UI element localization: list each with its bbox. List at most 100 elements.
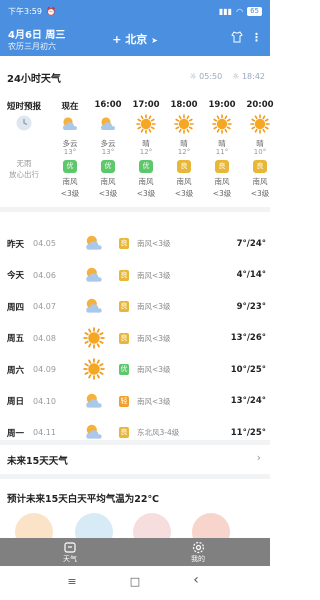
sun-icon xyxy=(168,114,200,136)
avg-temp-summary: 预计未来15天白天平均气温为22℃ xyxy=(7,494,159,505)
alarm-icon: ⏰ xyxy=(45,6,56,16)
hour-wind: 南风 xyxy=(176,177,192,186)
hour-condition: 晴 xyxy=(218,139,226,148)
section-24h-title: 24小时天气 xyxy=(7,74,61,85)
day-name: 周六 xyxy=(7,365,25,376)
add-city-icon[interactable]: + xyxy=(112,33,121,46)
day-name: 周日 xyxy=(7,397,25,407)
day-temp-range: 4°/14° xyxy=(236,270,266,280)
status-bar: 下午3:59 ⏰ ▮▮▮ ◠ 65 xyxy=(0,0,270,22)
partly-cloudy-icon xyxy=(83,264,105,286)
hourly-item: 19:00 晴 11° 良南风 <3级 xyxy=(206,100,238,199)
day-name: 周五 xyxy=(7,334,25,344)
hour-time: 20:00 xyxy=(246,100,274,110)
hour-temp: 11° xyxy=(215,148,229,156)
system-nav-bar: ≡ □ ‹ xyxy=(0,566,270,600)
day-name: 周一 xyxy=(7,428,25,439)
short-forecast: 短时预报 无雨 放心出行 xyxy=(3,100,45,180)
hour-condition: 晴 xyxy=(142,139,150,148)
hourly-item: 17:00 晴 12° 优南风 <3级 xyxy=(130,100,162,199)
daily-row[interactable]: 昨天 04.05 良南风<3级 7°/24° xyxy=(0,228,270,259)
short-forecast-label: 短时预报 xyxy=(6,102,41,112)
forecast-15-link[interactable]: 未来15天天气 xyxy=(7,453,68,467)
hour-wind-level: <3级 xyxy=(174,189,194,198)
aqi-badge: 优 xyxy=(139,160,153,173)
bubble-red[interactable] xyxy=(192,513,230,538)
hour-temp: 12° xyxy=(139,148,153,156)
tab-bar: 天气 我的 xyxy=(0,538,270,566)
aqi-badge: 良 xyxy=(119,301,129,312)
day-wind: 南风<3级 xyxy=(137,333,171,343)
sunset: ☼ 18:42 xyxy=(232,72,265,81)
day-wind: 南风<3级 xyxy=(137,396,171,406)
day-temp-range: 9°/23° xyxy=(236,301,266,312)
daily-row[interactable]: 周日 04.10 轻南风<3级 13°/24° xyxy=(0,386,270,417)
sun-icon xyxy=(83,326,105,349)
hour-wind-level: <3级 xyxy=(250,189,270,198)
day-wind: 南风<3级 xyxy=(137,302,171,311)
sunrise: ☼ 05:50 xyxy=(189,72,223,81)
hour-wind-level: <3级 xyxy=(136,189,156,198)
hour-condition: 多云 xyxy=(100,139,116,148)
aqi-badge: 良 xyxy=(119,269,129,281)
sun-icon xyxy=(130,114,162,136)
aqi-badge: 良 xyxy=(177,160,191,173)
wifi-icon: ◠ xyxy=(236,6,244,16)
day-date: 04.07 xyxy=(33,302,56,311)
day-temp-range: 10°/25° xyxy=(230,364,266,375)
tab-weather[interactable]: 天气 xyxy=(50,540,90,564)
aqi-badge: 良 xyxy=(253,160,267,173)
clothing-icon[interactable] xyxy=(231,31,243,46)
sunrise-icon: ☼ xyxy=(189,72,200,81)
partly-cloudy-icon xyxy=(83,232,105,254)
hourly-item: 20:00 晴 10° 良南风 <3级 xyxy=(244,100,276,199)
aqi-badge: 良 xyxy=(215,160,229,173)
signal-icon: ▮▮▮ xyxy=(218,6,233,16)
city-selector[interactable]: + 北京 ➤ xyxy=(0,31,270,47)
more-icon[interactable]: ⋮ xyxy=(251,31,262,46)
tab-mine[interactable]: 我的 xyxy=(178,540,218,564)
hour-time: 17:00 xyxy=(132,100,160,110)
day-date: 04.06 xyxy=(33,270,56,280)
hour-wind: 南风 xyxy=(138,177,154,186)
clock-icon xyxy=(3,114,45,136)
aqi-badge: 良 xyxy=(119,427,129,438)
gear-icon xyxy=(178,540,218,554)
home-icon[interactable]: □ xyxy=(125,575,145,588)
day-date: 04.10 xyxy=(33,396,56,406)
day-date: 04.11 xyxy=(33,428,56,437)
aqi-badge: 轻 xyxy=(119,395,129,407)
menu-icon[interactable]: ≡ xyxy=(62,575,82,588)
bubble-pink[interactable] xyxy=(133,513,171,538)
hour-temp: 10° xyxy=(253,148,267,156)
hour-temp: 13° xyxy=(63,148,77,156)
daily-row[interactable]: 周四 04.07 良南风<3级 9°/23° xyxy=(0,291,270,322)
hourly-forecast[interactable]: 短时预报 无雨 放心出行 现在 多云 13° 优南风 <3级 16:00 多云 13° 优南风 <… xyxy=(0,100,274,200)
day-name: 周四 xyxy=(7,302,25,313)
bubble-orange[interactable] xyxy=(15,513,53,538)
day-name: 昨天 xyxy=(7,239,25,250)
aqi-badge: 良 xyxy=(119,238,129,249)
bubble-blue[interactable] xyxy=(75,513,113,538)
hour-wind-level: <3级 xyxy=(60,189,80,198)
hourly-item: 16:00 多云 13° 优南风 <3级 xyxy=(92,100,124,199)
header: 4月6日 周三 农历三月初六 + 北京 ➤ ⋮ xyxy=(0,22,270,56)
aqi-badge: 良 xyxy=(119,332,129,344)
activity-bubbles xyxy=(0,513,270,538)
day-temp-range: 13°/26° xyxy=(230,333,266,343)
partly-cloudy-icon xyxy=(83,390,105,412)
sun-icon xyxy=(244,114,276,136)
sunset-icon: ☼ xyxy=(232,72,242,81)
hourly-item: 现在 多云 13° 优南风 <3级 xyxy=(54,100,86,199)
daily-row[interactable]: 周六 04.09 优南风<3级 10°/25° xyxy=(0,354,270,385)
daily-row[interactable]: 周五 04.08 良南风<3级 13°/26° xyxy=(0,323,270,354)
hour-wind: 南风 xyxy=(62,177,78,186)
short-forecast-text1: 无雨 xyxy=(16,159,32,168)
partly-cloudy-icon xyxy=(92,114,124,136)
chevron-right-icon[interactable]: › xyxy=(257,451,261,464)
tab-mine-label: 我的 xyxy=(191,555,205,563)
back-icon[interactable]: ‹ xyxy=(186,572,206,588)
hour-condition: 多云 xyxy=(62,139,78,148)
daily-row[interactable]: 今天 04.06 良南风<3级 4°/14° xyxy=(0,260,270,291)
hour-condition: 晴 xyxy=(180,139,188,148)
